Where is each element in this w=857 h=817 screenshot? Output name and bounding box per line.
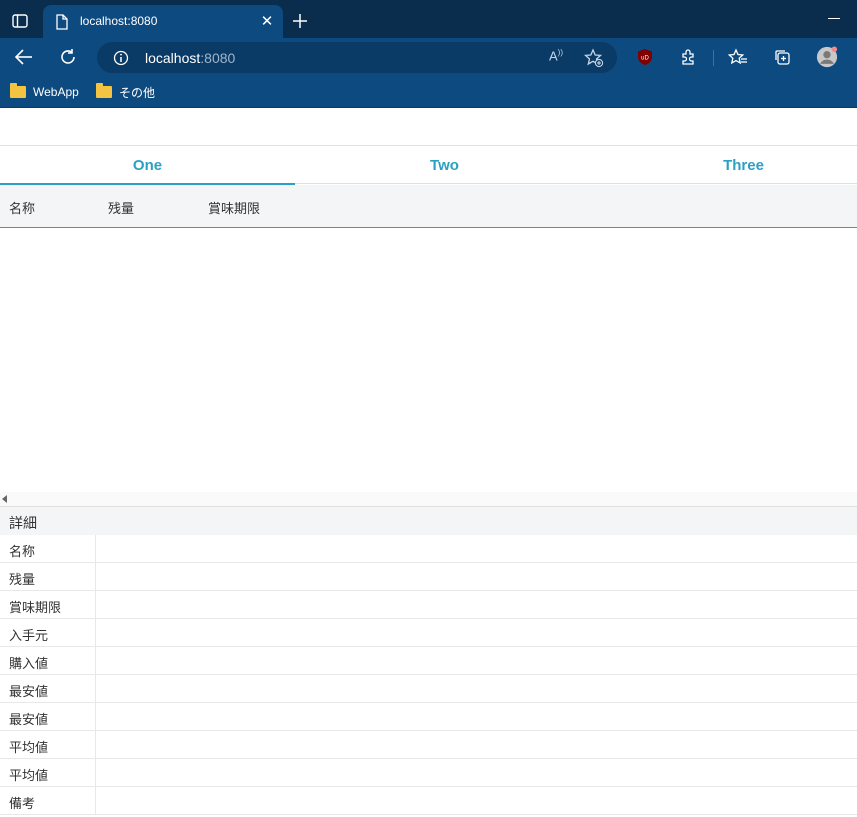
bookmarks-bar: WebApp その他 (0, 76, 857, 108)
detail-row: 購入値 (0, 647, 857, 675)
detail-label: 備考 (9, 797, 36, 812)
grid-body[interactable] (0, 228, 857, 492)
detail-label: 最安値 (9, 685, 49, 700)
detail-row: 備考 (0, 787, 857, 815)
detail-value (95, 731, 857, 758)
bookmark-label: その他 (119, 85, 156, 100)
detail-row: 最安値 (0, 675, 857, 703)
detail-table: 名称 残量 賞味期限 入手元 購入値 最安値 最安値 平均値 平均値 備考 (0, 535, 857, 815)
tab-label: One (132, 156, 163, 174)
app-tab-bar: One Two Three (0, 145, 857, 185)
url-host: localhost (145, 50, 201, 66)
folder-icon (10, 83, 26, 98)
read-aloud-label: A (549, 48, 558, 64)
favorites-icon[interactable] (727, 46, 749, 68)
tab-label: Two (430, 156, 459, 174)
tab-title: localhost:8080 (80, 14, 158, 28)
page-icon (55, 14, 69, 30)
column-header-expiry[interactable]: 賞味期限 (208, 198, 260, 217)
browser-tab[interactable]: localhost:8080 ✕ (43, 5, 283, 38)
detail-row: 平均値 (0, 731, 857, 759)
url-port: :8080 (200, 50, 236, 66)
detail-label: 平均値 (9, 769, 49, 784)
detail-value (95, 619, 857, 646)
tab-one[interactable]: One (0, 146, 295, 185)
browser-toolbar: localhost:8080 A)) uD (0, 38, 857, 76)
refresh-icon[interactable] (57, 46, 79, 68)
detail-value (95, 787, 857, 814)
detail-row: 最安値 (0, 703, 857, 731)
site-info-icon[interactable] (113, 50, 129, 66)
browser-tabstrip: localhost:8080 ✕ (0, 0, 857, 38)
detail-value (95, 647, 857, 674)
horizontal-scrollbar[interactable] (0, 492, 857, 506)
close-tab-icon[interactable]: ✕ (259, 13, 275, 29)
detail-label: 最安値 (9, 713, 49, 728)
toolbar-separator (713, 50, 714, 66)
extensions-icon[interactable] (678, 46, 700, 68)
url-text: localhost:8080 (145, 50, 235, 66)
scroll-left-icon[interactable] (2, 495, 7, 503)
minimize-icon[interactable] (828, 18, 840, 19)
new-tab-icon[interactable] (290, 11, 310, 31)
detail-value (95, 591, 857, 618)
detail-label: 残量 (9, 573, 36, 588)
detail-row: 残量 (0, 563, 857, 591)
detail-row: 入手元 (0, 619, 857, 647)
detail-section-header: 詳細 (0, 506, 857, 535)
detail-label: 平均値 (9, 741, 49, 756)
detail-label: 入手元 (9, 629, 49, 644)
folder-icon (96, 83, 112, 98)
detail-value (95, 563, 857, 590)
column-header-name[interactable]: 名称 (9, 198, 35, 217)
add-favorite-icon[interactable] (583, 48, 604, 68)
collections-icon[interactable] (771, 46, 793, 68)
detail-row: 賞味期限 (0, 591, 857, 619)
detail-value (95, 535, 857, 562)
read-aloud-icon[interactable]: A)) (549, 48, 569, 68)
tab-three[interactable]: Three (594, 146, 857, 184)
detail-value (95, 675, 857, 702)
detail-label: 賞味期限 (9, 601, 62, 616)
bookmark-other[interactable]: その他 (96, 82, 155, 102)
bookmark-label: WebApp (33, 85, 79, 99)
detail-label: 購入値 (9, 657, 49, 672)
bookmark-webapp[interactable]: WebApp (10, 82, 79, 102)
ublock-extension-icon[interactable]: uD (634, 46, 656, 68)
page-content: One Two Three 名称 残量 賞味期限 詳細 名称 残量 賞味期限 入… (0, 109, 857, 817)
tab-label: Three (723, 156, 764, 174)
back-icon[interactable] (13, 46, 35, 68)
detail-label: 名称 (9, 545, 36, 560)
detail-title: 詳細 (9, 516, 37, 532)
tab-actions-icon[interactable] (8, 10, 32, 32)
profile-avatar-icon[interactable] (816, 46, 838, 68)
tab-two[interactable]: Two (295, 146, 594, 184)
detail-row: 平均値 (0, 759, 857, 787)
ublock-badge: uD (641, 56, 649, 62)
address-bar[interactable]: localhost:8080 A)) (97, 42, 617, 73)
detail-value (95, 759, 857, 786)
detail-value (95, 703, 857, 730)
detail-row: 名称 (0, 535, 857, 563)
column-header-remaining[interactable]: 残量 (108, 198, 134, 217)
grid-header: 名称 残量 賞味期限 (0, 185, 857, 228)
